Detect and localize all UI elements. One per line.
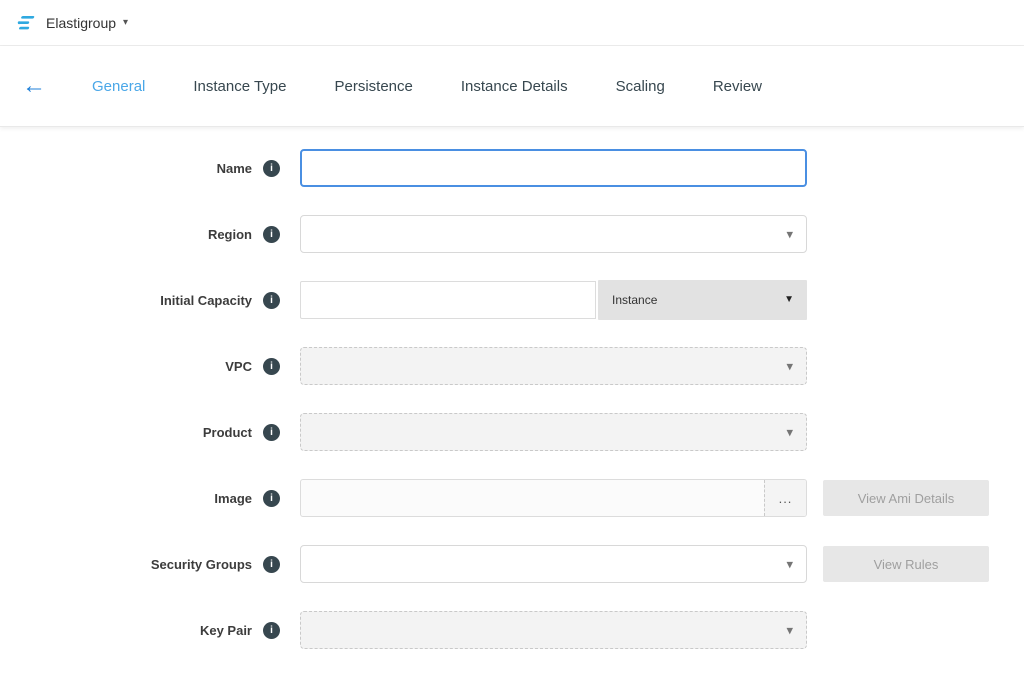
vpc-row: VPC i ▾ [0, 346, 1024, 386]
elastigroup-logo-icon [14, 11, 38, 35]
capacity-unit-select[interactable]: Instance ▼ [598, 280, 807, 320]
region-select[interactable]: ▾ [300, 215, 807, 253]
back-arrow-icon[interactable]: ← [22, 74, 46, 98]
product-row: Product i ▾ [0, 412, 1024, 452]
vpc-label: VPC [225, 359, 252, 374]
tab-instance-details[interactable]: Instance Details [461, 78, 568, 95]
tab-persistence[interactable]: Persistence [335, 78, 413, 95]
key-pair-label: Key Pair [200, 623, 252, 638]
region-info-icon[interactable]: i [263, 226, 280, 243]
image-input [301, 480, 764, 516]
initial-capacity-row: Initial Capacity i Instance ▼ [0, 280, 1024, 320]
topbar: Elastigroup ▾ [0, 0, 1024, 46]
security-groups-select[interactable]: ▾ [300, 545, 807, 583]
tab-review[interactable]: Review [713, 78, 762, 95]
chevron-down-icon: ▾ [786, 624, 793, 637]
image-info-icon[interactable]: i [263, 490, 280, 507]
initial-capacity-input[interactable] [300, 281, 596, 319]
security-groups-label: Security Groups [151, 557, 252, 572]
image-input-group: ... [300, 479, 807, 517]
tab-instance-type[interactable]: Instance Type [193, 78, 286, 95]
brand-dropdown-caret-icon[interactable]: ▾ [123, 17, 128, 28]
chevron-down-icon: ▾ [786, 558, 793, 571]
tab-general[interactable]: General [92, 78, 145, 95]
chevron-down-icon: ▼ [784, 295, 794, 305]
wizard-tabs: General Instance Type Persistence Instan… [92, 78, 810, 95]
image-label: Image [214, 491, 252, 506]
key-pair-info-icon[interactable]: i [263, 622, 280, 639]
wizard-tabs-bar: ← General Instance Type Persistence Inst… [0, 46, 1024, 127]
name-row: Name i [0, 148, 1024, 188]
initial-capacity-label: Initial Capacity [160, 293, 252, 308]
name-label: Name [217, 161, 252, 176]
initial-capacity-info-icon[interactable]: i [263, 292, 280, 309]
vpc-select: ▾ [300, 347, 807, 385]
chevron-down-icon: ▾ [786, 360, 793, 373]
tab-scaling[interactable]: Scaling [616, 78, 665, 95]
key-pair-row: Key Pair i ▾ [0, 610, 1024, 650]
product-label: Product [203, 425, 252, 440]
chevron-down-icon: ▾ [786, 426, 793, 439]
general-form: Name i Region i ▾ Initial Capacity i Ins… [0, 127, 1024, 650]
capacity-unit-value: Instance [612, 293, 657, 307]
brand-name: Elastigroup [46, 15, 116, 31]
security-groups-row: Security Groups i ▾ View Rules [0, 544, 1024, 584]
name-input[interactable] [300, 149, 807, 187]
product-info-icon[interactable]: i [263, 424, 280, 441]
image-browse-button[interactable]: ... [764, 480, 806, 516]
product-select: ▾ [300, 413, 807, 451]
vpc-info-icon[interactable]: i [263, 358, 280, 375]
region-label: Region [208, 227, 252, 242]
security-groups-info-icon[interactable]: i [263, 556, 280, 573]
region-row: Region i ▾ [0, 214, 1024, 254]
image-row: Image i ... View Ami Details [0, 478, 1024, 518]
view-rules-button: View Rules [823, 546, 989, 582]
key-pair-select: ▾ [300, 611, 807, 649]
view-ami-details-button: View Ami Details [823, 480, 989, 516]
chevron-down-icon: ▾ [786, 228, 793, 241]
name-info-icon[interactable]: i [263, 160, 280, 177]
